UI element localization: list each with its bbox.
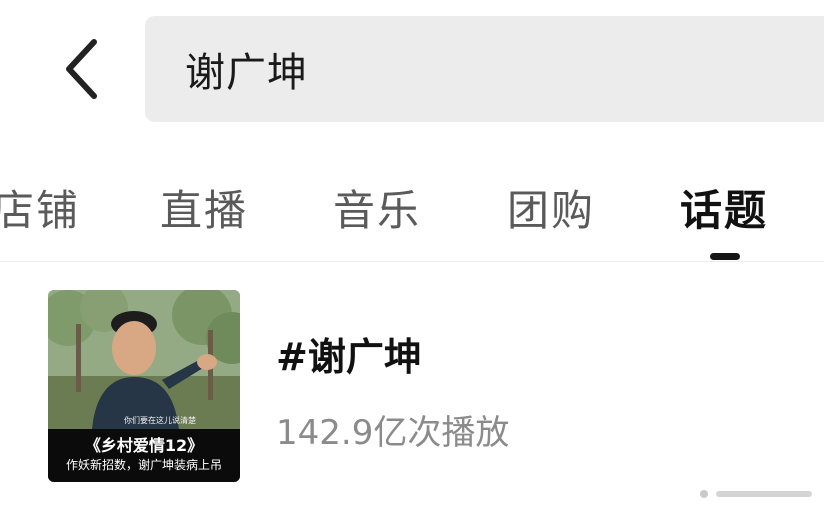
chevron-left-icon (66, 39, 97, 99)
tab-topic[interactable]: 话题 (680, 177, 768, 238)
thumbnail-title: 《乡村爱情12》 (84, 436, 204, 455)
thumbnail-subtitle: 作妖新招数，谢广坤装病上吊 (65, 458, 222, 472)
thumbnail-scene-image (48, 290, 240, 430)
search-results-screen: 谢广坤 店铺 直播 音乐 团购 话题 你们要在这儿说清楚 《乡村爱情12》 作妖… (0, 0, 824, 513)
tab-group-buy[interactable]: 团购 (507, 177, 595, 238)
topic-result-item[interactable]: 你们要在这儿说清楚 《乡村爱情12》 作妖新招数，谢广坤装病上吊 #谢广坤 14… (48, 290, 788, 485)
active-tab-indicator (710, 253, 740, 260)
tabs-divider (0, 261, 824, 262)
topic-thumbnail: 你们要在这儿说清楚 《乡村爱情12》 作妖新招数，谢广坤装病上吊 (48, 290, 240, 482)
watermark-image (692, 483, 820, 505)
tab-live[interactable]: 直播 (160, 177, 248, 238)
thumbnail-dialogue-caption: 你们要在这儿说清楚 (124, 416, 196, 425)
thumbnail-caption-bar: 《乡村爱情12》 作妖新招数，谢广坤装病上吊 (48, 429, 240, 482)
tab-music[interactable]: 音乐 (333, 177, 421, 238)
tab-store[interactable]: 店铺 (0, 177, 80, 238)
topic-play-count: 142.9亿次播放 (276, 413, 510, 453)
topic-name: #谢广坤 (276, 335, 422, 379)
search-input[interactable]: 谢广坤 (145, 16, 824, 122)
back-button[interactable] (52, 36, 110, 102)
result-tabs: 店铺 直播 音乐 团购 话题 (0, 165, 824, 245)
search-query-text: 谢广坤 (185, 50, 308, 96)
